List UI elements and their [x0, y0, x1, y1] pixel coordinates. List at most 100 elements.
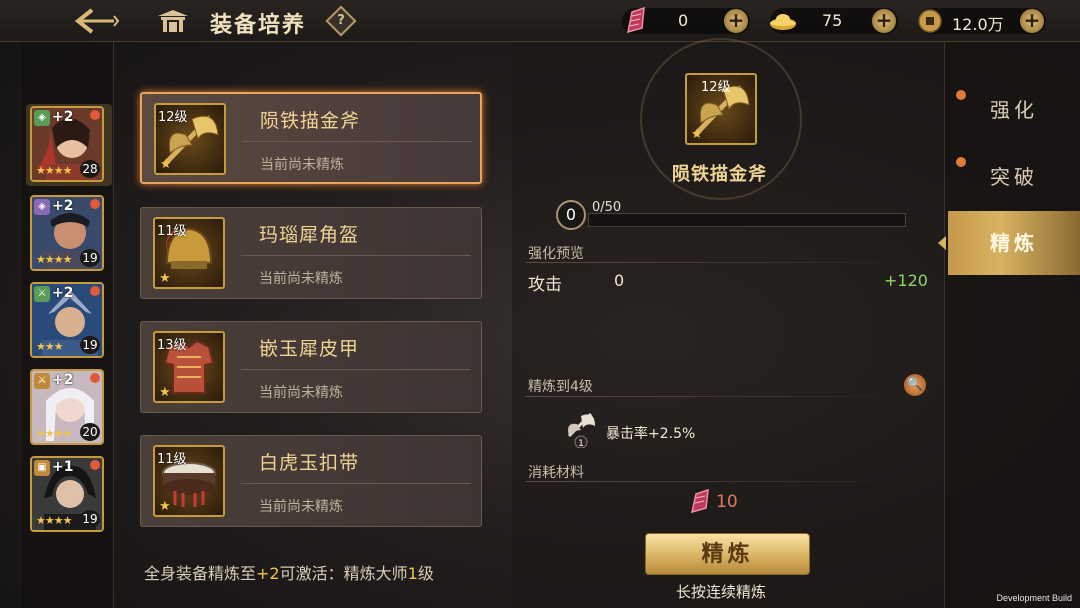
material-cost: 10 — [716, 492, 738, 512]
attack-value: 0 — [614, 271, 625, 290]
hero-stars: ★★★★ — [36, 427, 72, 440]
star-icon: ★ — [159, 499, 171, 514]
hero-level: 19 — [80, 510, 100, 528]
resource-copper-coin: 12.0万 + — [918, 8, 1046, 34]
add-copper-coin-button[interactable]: + — [1020, 9, 1044, 33]
refine-stone-icon — [622, 6, 650, 36]
divider — [241, 255, 471, 256]
star-icon: ★ — [159, 271, 171, 286]
red-dot-icon — [90, 460, 100, 470]
red-dot-icon — [956, 90, 966, 100]
helmet-icon: 11级 ★ — [153, 217, 225, 289]
selected-equipment-level: 12级 — [701, 80, 731, 95]
note-suffix: 级 — [417, 564, 434, 583]
hero-slot-2[interactable]: ◈ +2 ★★★★ 19 — [30, 195, 104, 271]
hero-slot-5[interactable]: ▣ +1 ★★★★ 19 — [30, 456, 104, 532]
crit-rate-bonus: 暴击率+2.5% — [606, 426, 696, 442]
shield-icon: ◈ — [34, 199, 50, 215]
attack-bonus: +120 — [884, 271, 928, 290]
star-icon: ★ — [160, 157, 172, 172]
equipment-level: 13级 — [157, 338, 187, 353]
equipment-name: 嵌玉犀皮甲 — [259, 338, 360, 360]
help-icon: ? — [337, 13, 345, 28]
divider — [526, 396, 878, 397]
divider — [241, 483, 471, 484]
hero-plus: +1 — [52, 459, 74, 475]
hero-plus: +2 — [52, 109, 74, 125]
selected-axe-icon: 12级 ★ — [685, 73, 757, 145]
magnifier-icon[interactable]: 🔍 — [904, 374, 926, 396]
add-refine-stone-button[interactable]: + — [724, 9, 748, 33]
gold-ingot-value: 75 — [822, 11, 843, 30]
tab-strengthen[interactable]: 强化 — [948, 78, 1080, 142]
back-arrow-icon[interactable] — [70, 6, 120, 36]
divider — [526, 262, 878, 263]
crit-count: 1 — [578, 439, 584, 448]
equipment-card-2[interactable]: 11级 ★ 玛瑙犀角盔 当前尚未精炼 — [140, 207, 482, 299]
tab-label: 突破 — [990, 165, 1038, 189]
hero-level: 19 — [80, 336, 100, 354]
belt-icon: 11级 ★ — [153, 445, 225, 517]
add-gold-ingot-button[interactable]: + — [872, 9, 896, 33]
sword-icon: ⚔ — [34, 286, 50, 302]
red-dot-icon — [956, 157, 966, 167]
tab-label: 强化 — [990, 98, 1038, 122]
equipment-name: 陨铁描金斧 — [260, 110, 361, 132]
refine-hint: 长按连续精炼 — [676, 583, 767, 601]
hero-slot-1[interactable]: ◈ +2 ★★★★ 28 — [26, 104, 112, 186]
hero-plus: +2 — [52, 285, 74, 301]
star-icon: ★ — [159, 385, 171, 400]
hero-stars: ★★★★ — [36, 164, 72, 177]
note-prefix: 全身装备精炼至 — [144, 564, 257, 583]
equipment-status: 当前尚未精炼 — [260, 157, 344, 173]
divider — [241, 369, 471, 370]
refine-progress-bar — [588, 213, 906, 227]
tab-breakthrough[interactable]: 突破 — [948, 145, 1080, 209]
equipment-status: 当前尚未精炼 — [259, 499, 343, 515]
hero-level: 19 — [80, 249, 100, 267]
build-watermark: Development Build — [996, 593, 1072, 603]
hero-plus: +2 — [52, 372, 74, 388]
page-title: 装备培养 — [210, 12, 307, 38]
note-level: 1 — [407, 564, 418, 583]
hero-stars: ★★★★ — [36, 514, 72, 527]
hero-level: 20 — [80, 423, 100, 441]
hero-slot-3[interactable]: ⚔ +2 ★★★ 19 — [30, 282, 104, 358]
refine-stone-icon — [688, 488, 712, 516]
refine-level-badge: 0 — [556, 200, 586, 230]
active-tab-arrow — [938, 236, 946, 250]
equipment-card-3[interactable]: 13级 ★ 嵌玉犀皮甲 当前尚未精炼 — [140, 321, 482, 413]
divider — [242, 141, 472, 142]
crit-axe-icon: 1 — [563, 408, 599, 449]
equipment-status: 当前尚未精炼 — [259, 385, 343, 401]
tab-refine[interactable]: 精炼 — [948, 211, 1080, 275]
equipment-card-4[interactable]: 11级 ★ 白虎玉扣带 当前尚未精炼 — [140, 435, 482, 527]
equipment-status: 当前尚未精炼 — [259, 271, 343, 287]
gold-ingot-icon — [768, 6, 796, 36]
hero-stars: ★★★ — [36, 340, 64, 353]
resource-refine-stone: 0 + — [622, 6, 750, 36]
refine-progress-text: 0/50 — [592, 200, 622, 215]
equipment-name: 白虎玉扣带 — [259, 452, 360, 474]
hero-slot-4[interactable]: ⚔ +2 ★★★★ 20 — [30, 369, 104, 445]
book-icon: ▣ — [34, 460, 50, 476]
gate-icon — [156, 8, 190, 34]
attack-label: 攻击 — [528, 275, 562, 295]
preview-label: 强化预览 — [528, 246, 584, 262]
hero-plus: +2 — [52, 198, 74, 214]
sword-icon: ⚔ — [34, 373, 50, 389]
copper-coin-value: 12.0万 — [952, 15, 1004, 34]
copper-coin-icon — [916, 6, 944, 36]
refine-button[interactable]: 精炼 — [645, 533, 810, 575]
note-middle: 可激活：精炼大师 — [279, 564, 408, 583]
refine-master-note: 全身装备精炼至+2可激活：精炼大师1级 — [144, 560, 434, 584]
refine-stone-value: 0 — [678, 11, 689, 30]
resource-gold-ingot: 75 + — [770, 8, 898, 34]
note-plus: +2 — [256, 564, 280, 583]
equipment-name: 玛瑙犀角盔 — [259, 224, 360, 246]
equipment-card-1[interactable]: 12级 ★ 陨铁描金斧 当前尚未精炼 — [140, 92, 482, 184]
refine-to-label: 精炼到4级 — [528, 379, 593, 395]
materials-label: 消耗材料 — [528, 465, 584, 481]
equipment-level: 12级 — [158, 110, 188, 125]
red-dot-icon — [90, 199, 100, 209]
